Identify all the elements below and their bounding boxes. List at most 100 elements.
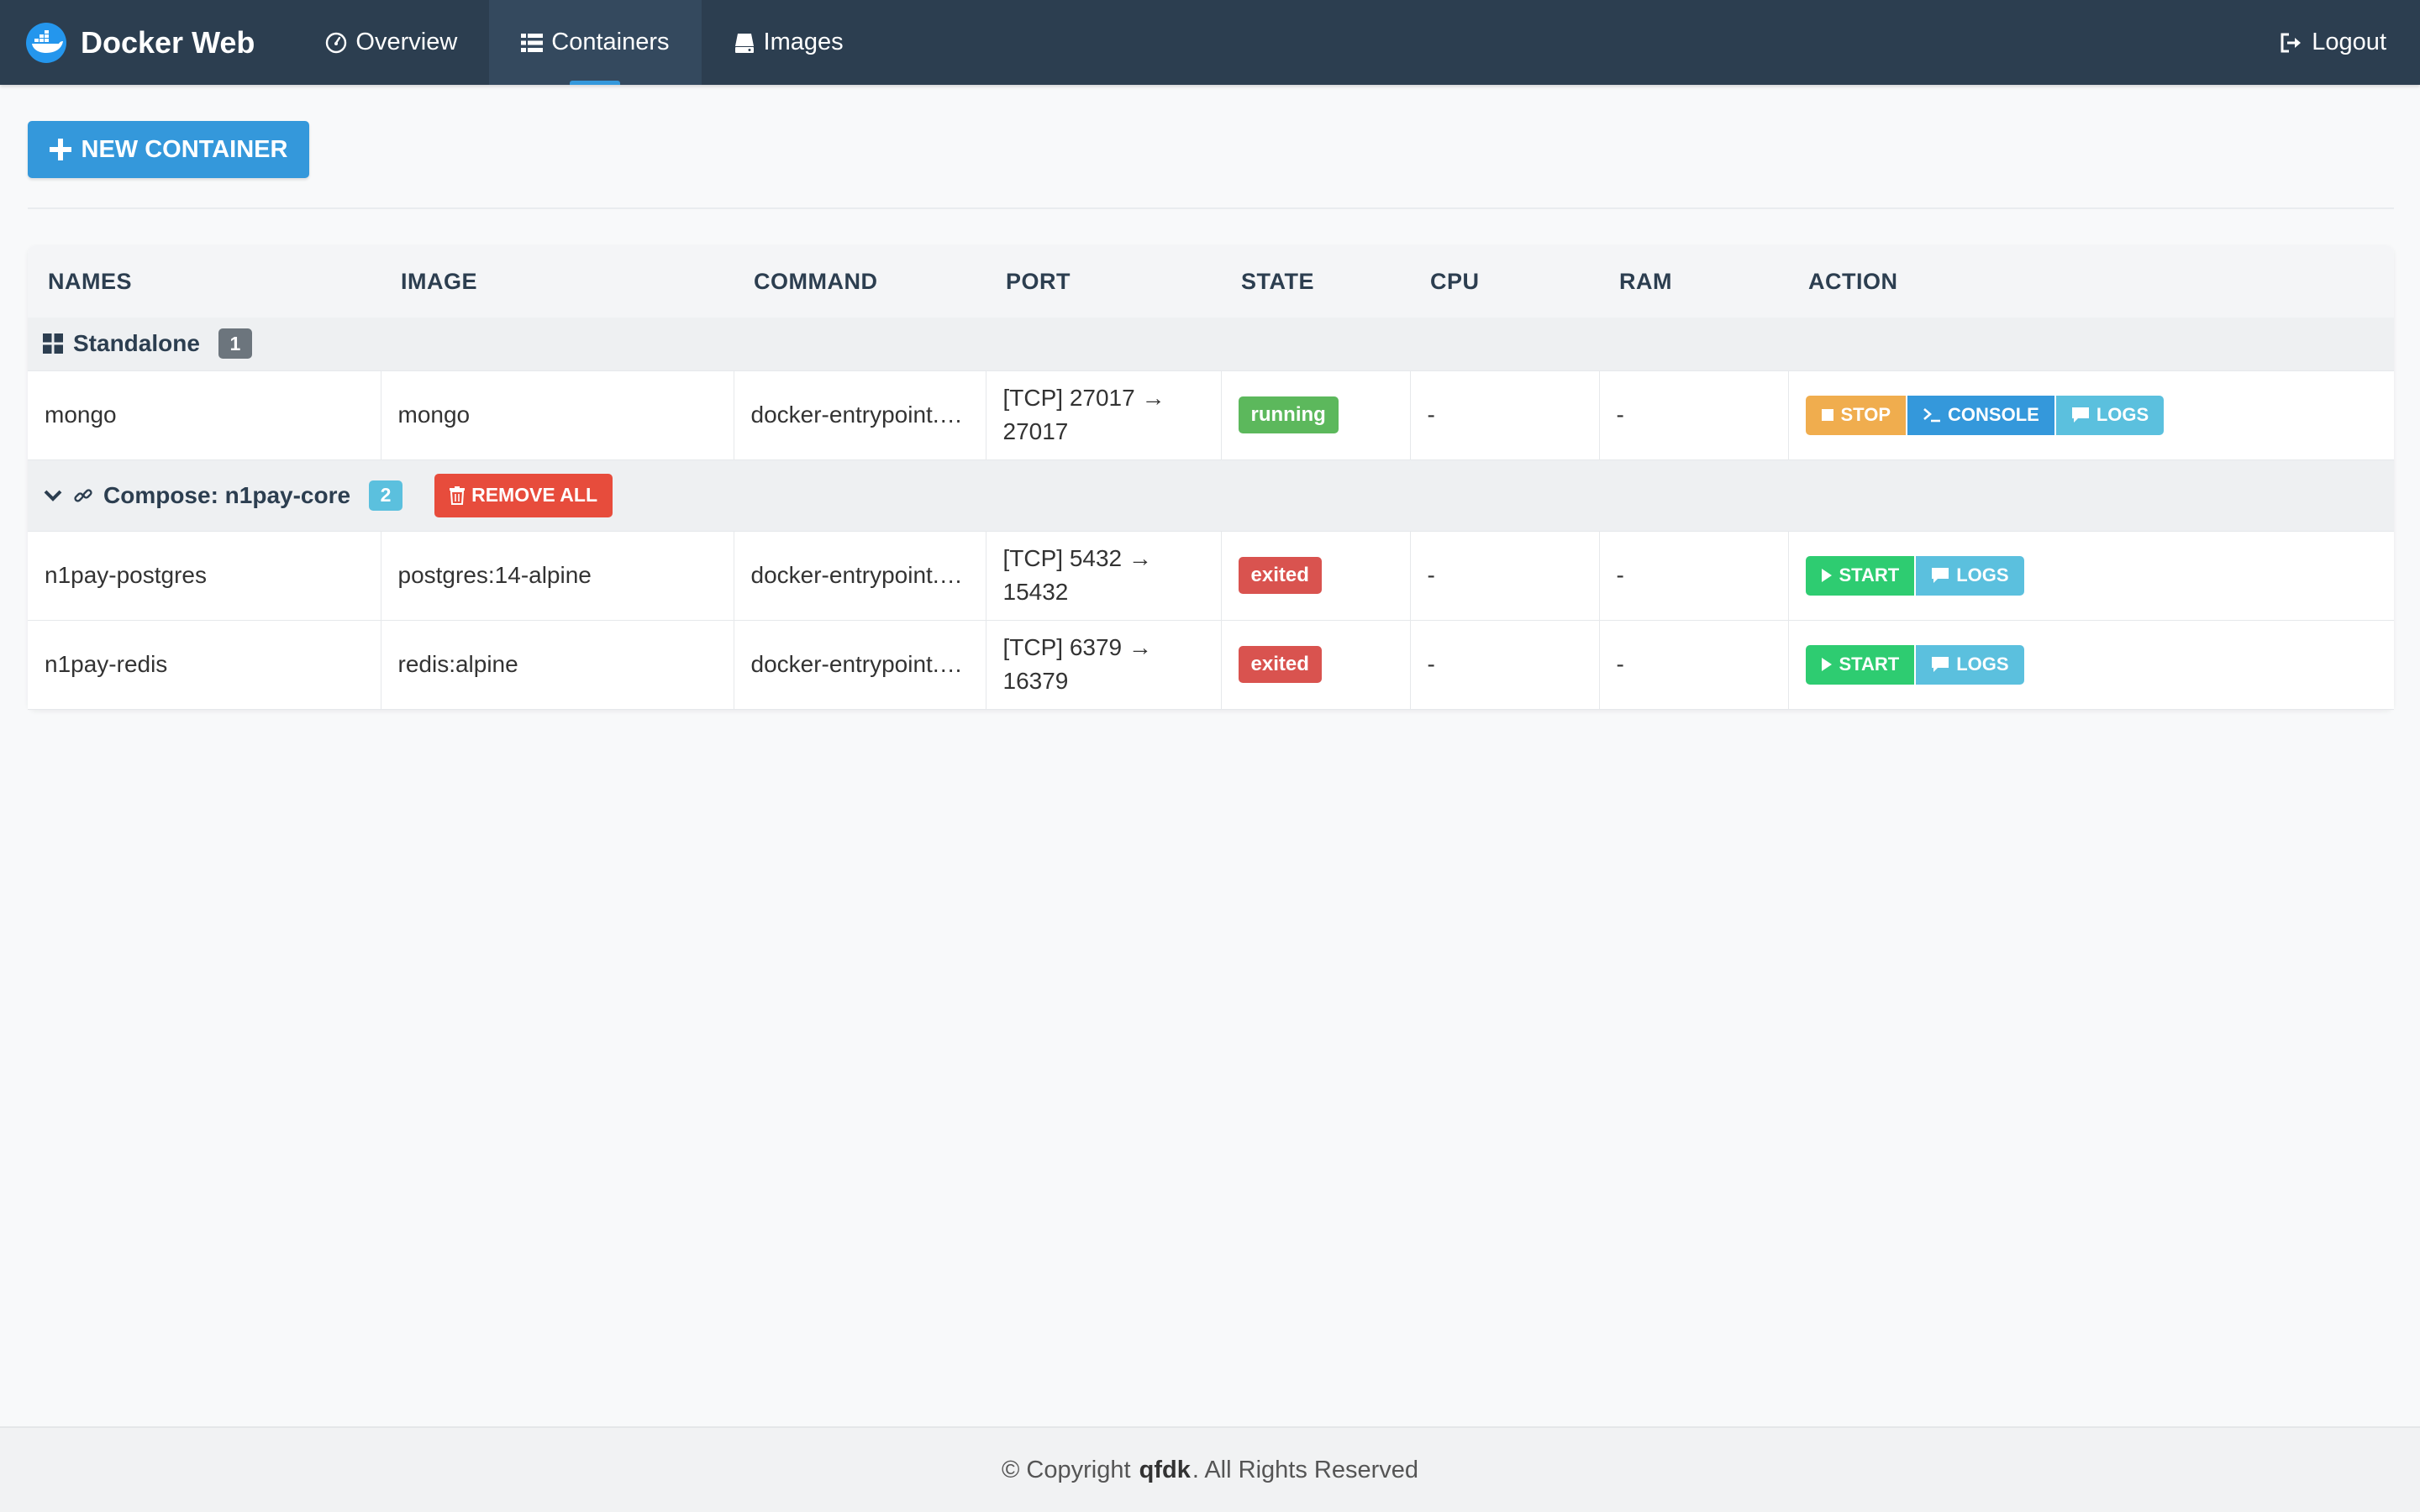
- logs-button[interactable]: LOGS: [2055, 395, 2165, 435]
- group-row-standalone: Standalone 1: [28, 318, 2394, 371]
- nav-containers-label: Containers: [551, 29, 670, 55]
- cell-ram: -: [1599, 370, 1789, 460]
- navbar: Docker Web Overview Containers Images Lo…: [0, 0, 2420, 85]
- header-ram[interactable]: RAM: [1599, 245, 1788, 318]
- grid-icon: [43, 333, 63, 354]
- logs-label: LOGS: [1956, 564, 2009, 585]
- stop-label: STOP: [1840, 404, 1891, 425]
- port-target: 16379: [1002, 668, 1069, 694]
- play-icon: [1821, 569, 1832, 582]
- cell-port: [TCP] 6379 → 16379: [986, 620, 1222, 710]
- footer-prefix: © Copyright: [1002, 1456, 1131, 1483]
- console-button[interactable]: CONSOLE: [1907, 395, 2054, 435]
- remove-all-label: REMOVE ALL: [471, 484, 598, 506]
- port-mapping: [TCP] 27017 →: [1002, 385, 1165, 411]
- chevron-down-icon[interactable]: [43, 488, 63, 503]
- cell-image: postgres:14-alpine: [381, 531, 734, 621]
- cell-cpu: -: [1410, 531, 1600, 621]
- brand-link[interactable]: Docker Web: [0, 0, 293, 85]
- cell-command: docker-entrypoint.…: [734, 531, 986, 621]
- port-target: 15432: [1002, 579, 1069, 605]
- cell-cpu: -: [1410, 620, 1600, 710]
- comment-icon: [1932, 657, 1949, 672]
- cell-image: redis:alpine: [381, 620, 734, 710]
- start-button[interactable]: START: [1805, 555, 1915, 596]
- cell-name: n1pay-postgres: [28, 531, 381, 621]
- cell-image: mongo: [381, 370, 734, 460]
- status-badge: exited: [1238, 646, 1322, 683]
- cell-action: START LOGS: [1788, 531, 2394, 621]
- new-container-label: NEW CONTAINER: [81, 135, 288, 163]
- cell-state: exited: [1221, 620, 1411, 710]
- logs-button[interactable]: LOGS: [1916, 555, 2024, 596]
- remove-all-button[interactable]: REMOVE ALL: [434, 473, 613, 517]
- link-icon: [74, 488, 92, 502]
- nav-images[interactable]: Images: [702, 0, 876, 85]
- port-mapping: [TCP] 6379 →: [1002, 634, 1152, 660]
- cell-command: docker-entrypoint.…: [734, 620, 986, 710]
- stop-button[interactable]: STOP: [1805, 395, 1907, 435]
- start-button[interactable]: START: [1805, 644, 1915, 685]
- nav-overview-label: Overview: [355, 29, 458, 55]
- stop-icon: [1821, 409, 1833, 421]
- trash-icon: [450, 486, 466, 505]
- hdd-icon: [734, 33, 754, 53]
- start-label: START: [1839, 564, 1900, 585]
- header-port[interactable]: PORT: [986, 245, 1221, 318]
- cell-action: STOP CONSOLE LOGS: [1788, 370, 2394, 460]
- cell-port: [TCP] 5432 → 15432: [986, 531, 1222, 621]
- header-image[interactable]: IMAGE: [381, 245, 734, 318]
- group-row-compose[interactable]: Compose: n1pay-core 2 REMOVE ALL: [28, 459, 2394, 532]
- cell-name: n1pay-redis: [28, 620, 381, 710]
- logs-label: LOGS: [1956, 654, 2009, 675]
- dashboard-icon: [326, 32, 347, 53]
- status-badge: running: [1238, 396, 1339, 433]
- footer: © Copyright qfdk. All Rights Reserved: [0, 1426, 2420, 1512]
- logs-button[interactable]: LOGS: [1916, 644, 2024, 685]
- table-row: n1pay-redis redis:alpine docker-entrypoi…: [28, 620, 2394, 710]
- plus-icon: [49, 139, 71, 160]
- status-badge: exited: [1238, 557, 1322, 594]
- logout-label: Logout: [2312, 29, 2386, 55]
- header-cpu[interactable]: CPU: [1410, 245, 1599, 318]
- docker-logo-icon: [26, 22, 66, 63]
- logout-icon: [2281, 33, 2302, 52]
- header-state[interactable]: STATE: [1221, 245, 1410, 318]
- nav-containers[interactable]: Containers: [489, 0, 702, 85]
- group-label-compose: Compose: n1pay-core: [103, 481, 351, 508]
- list-icon: [521, 33, 544, 52]
- cell-port: [TCP] 27017 → 27017: [986, 370, 1222, 460]
- table-header-row: NAMES IMAGE COMMAND PORT STATE CPU RAM A…: [28, 245, 2394, 318]
- brand-title: Docker Web: [81, 24, 255, 60]
- cell-action: START LOGS: [1788, 620, 2394, 710]
- new-container-button[interactable]: NEW CONTAINER: [28, 121, 309, 178]
- terminal-icon: [1923, 408, 1941, 423]
- cell-name: mongo: [28, 370, 381, 460]
- header-names[interactable]: NAMES: [28, 245, 381, 318]
- cell-state: running: [1221, 370, 1411, 460]
- cell-command: docker-entrypoint.…: [734, 370, 986, 460]
- divider: [28, 207, 2394, 209]
- cell-state: exited: [1221, 531, 1411, 621]
- logout-link[interactable]: Logout: [2248, 0, 2420, 85]
- port-target: 27017: [1002, 418, 1069, 444]
- play-icon: [1821, 658, 1832, 671]
- start-label: START: [1839, 654, 1900, 675]
- cell-ram: -: [1599, 620, 1789, 710]
- table-row: mongo mongo docker-entrypoint.… [TCP] 27…: [28, 370, 2394, 460]
- nav-images-label: Images: [763, 29, 844, 55]
- cell-ram: -: [1599, 531, 1789, 621]
- group-count-badge: 2: [369, 480, 403, 511]
- footer-suffix: . All Rights Reserved: [1192, 1456, 1418, 1483]
- port-mapping: [TCP] 5432 →: [1002, 545, 1152, 571]
- console-label: CONSOLE: [1948, 404, 2039, 425]
- cell-cpu: -: [1410, 370, 1600, 460]
- header-command[interactable]: COMMAND: [734, 245, 986, 318]
- footer-owner: qfdk: [1139, 1456, 1191, 1483]
- comment-icon: [1932, 568, 1949, 583]
- nav-overview[interactable]: Overview: [293, 0, 489, 85]
- containers-table: NAMES IMAGE COMMAND PORT STATE CPU RAM A…: [28, 245, 2394, 710]
- header-action: ACTION: [1788, 245, 2394, 318]
- table-row: n1pay-postgres postgres:14-alpine docker…: [28, 531, 2394, 621]
- group-label-standalone: Standalone: [73, 330, 200, 357]
